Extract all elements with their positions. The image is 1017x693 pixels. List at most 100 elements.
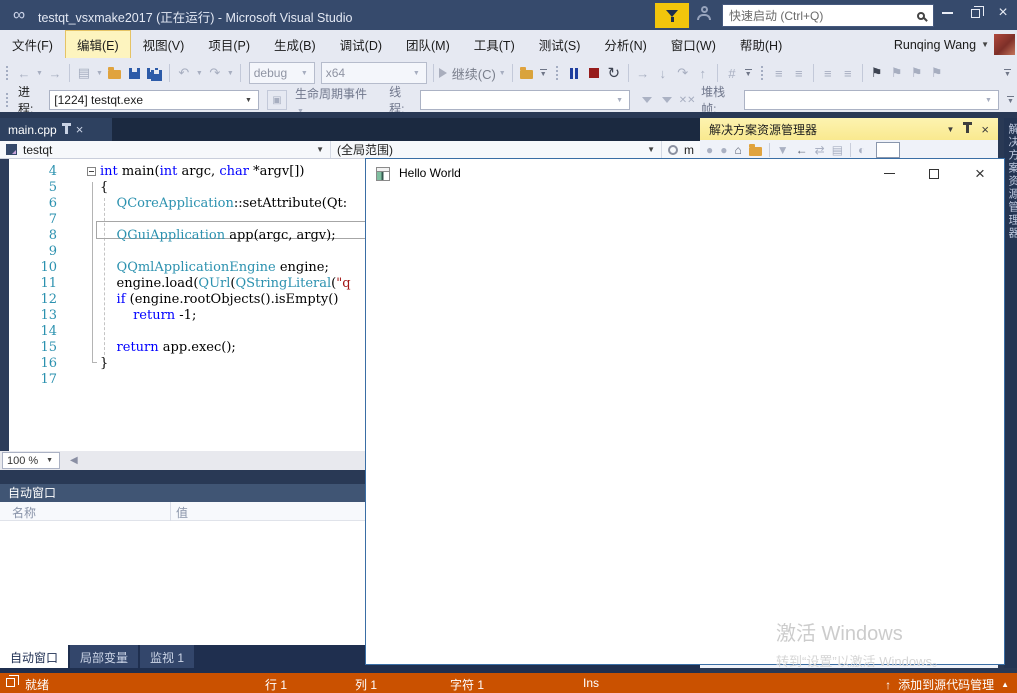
- chevron-down-icon[interactable]: ▼: [499, 70, 506, 77]
- menu-help[interactable]: 帮助(H): [728, 30, 794, 59]
- zoom-dropdown[interactable]: 100 % ▼: [2, 452, 60, 469]
- column-name[interactable]: 名称: [12, 504, 36, 521]
- quick-launch-search[interactable]: [722, 4, 934, 27]
- member-dropdown[interactable]: m: [662, 141, 700, 158]
- menu-debug[interactable]: 调试(D): [328, 30, 394, 59]
- line-number[interactable]: 15: [9, 340, 57, 356]
- share-feedback-button[interactable]: [697, 6, 717, 24]
- line-number[interactable]: 9: [9, 244, 57, 260]
- close-button[interactable]: ×: [964, 159, 996, 188]
- pin-icon[interactable]: [61, 122, 71, 134]
- save-all-icon[interactable]: [146, 62, 164, 84]
- code-line[interactable]: 5{: [9, 180, 351, 196]
- switch-views-icon[interactable]: [748, 144, 762, 156]
- intellitrace-icon[interactable]: #: [723, 62, 741, 84]
- code-line[interactable]: 7: [9, 212, 351, 228]
- user-account[interactable]: Runqing Wang ▼: [894, 34, 1015, 55]
- pin-icon[interactable]: [963, 122, 973, 133]
- filter-threads-icon[interactable]: [638, 89, 656, 111]
- lifecycle-events-button[interactable]: 生命周期事件 ▼: [295, 85, 381, 116]
- code-line[interactable]: 17: [9, 372, 351, 388]
- code-line[interactable]: 12 if (engine.rootObjects().isEmpty(): [9, 292, 351, 308]
- tab-watch-1[interactable]: 监视 1: [140, 645, 195, 668]
- add-to-source-control-button[interactable]: ↑ 添加到源代码管理 ▲: [885, 676, 1009, 693]
- line-number[interactable]: 7: [9, 212, 57, 228]
- collapse-all-icon[interactable]: ▤: [832, 143, 843, 157]
- project-dropdown[interactable]: testqt ▼: [0, 141, 331, 158]
- redo-icon[interactable]: ↷: [206, 62, 224, 84]
- show-next-statement-icon[interactable]: →: [634, 62, 652, 84]
- solution-config-dropdown[interactable]: debug ▼: [248, 62, 315, 84]
- step-over-icon[interactable]: ↷: [674, 62, 692, 84]
- step-into-process-icon[interactable]: ▣: [266, 90, 287, 110]
- next-bookmark-icon[interactable]: ⚑: [908, 62, 926, 84]
- solution-explorer-side-tab[interactable]: 解决方案资源管理器: [1004, 118, 1017, 668]
- scope-dropdown[interactable]: (全局范围) ▼: [331, 141, 662, 158]
- step-into-icon[interactable]: ↓: [654, 62, 672, 84]
- code-line[interactable]: 9: [9, 244, 351, 260]
- suspend-threads-icon[interactable]: ✕✕: [678, 89, 696, 111]
- new-file-icon[interactable]: ▤: [75, 62, 93, 84]
- toolbar-overflow-icon[interactable]: ▼: [1004, 69, 1011, 78]
- menu-analyze[interactable]: 分析(N): [592, 30, 658, 59]
- scroll-left-icon[interactable]: ◀: [70, 455, 78, 466]
- thread-dropdown[interactable]: ▼: [420, 90, 631, 110]
- home-icon[interactable]: ⌂: [735, 143, 742, 157]
- line-number[interactable]: 12: [9, 292, 57, 308]
- preview-selected-toggle[interactable]: [876, 142, 901, 158]
- chevron-down-icon[interactable]: ▼: [196, 70, 203, 77]
- line-number[interactable]: 14: [9, 324, 57, 340]
- background-tasks-icon[interactable]: [6, 675, 19, 687]
- toolbar-overflow-icon[interactable]: ▼: [744, 69, 752, 78]
- toolbar-overflow-icon[interactable]: ▼: [539, 69, 547, 78]
- window-position-icon[interactable]: ▼: [946, 125, 954, 134]
- toolbar-drag-handle[interactable]: [5, 65, 9, 81]
- close-icon[interactable]: ×: [981, 122, 989, 137]
- menu-file[interactable]: 文件(F): [0, 30, 65, 59]
- column-value[interactable]: 值: [176, 504, 188, 521]
- decrease-indent-icon[interactable]: ≡: [770, 62, 788, 84]
- chevron-down-icon[interactable]: ▼: [96, 70, 103, 77]
- toolbar-drag-handle[interactable]: [554, 65, 559, 81]
- code-line[interactable]: 14: [9, 324, 351, 340]
- hello-world-window[interactable]: Hello World × 激活 Windows 转到“设置”以激活 Windo…: [365, 158, 1005, 669]
- fold-collapse-icon[interactable]: [87, 167, 96, 176]
- line-number[interactable]: 6: [9, 196, 57, 212]
- close-button[interactable]: ×: [990, 0, 1016, 26]
- code-line[interactable]: 15 return app.exec();: [9, 340, 351, 356]
- line-number[interactable]: 5: [9, 180, 57, 196]
- navigate-forward-icon[interactable]: →: [46, 62, 64, 84]
- continue-button[interactable]: 继续(C): [438, 62, 496, 84]
- line-number[interactable]: 10: [9, 260, 57, 276]
- code-line[interactable]: 13 return -1;: [9, 308, 351, 324]
- properties-icon[interactable]: ◐: [858, 143, 865, 157]
- chevron-down-icon[interactable]: ▼: [227, 70, 234, 77]
- toolbar-drag-handle[interactable]: [5, 92, 9, 108]
- toolbar-drag-handle[interactable]: [759, 65, 764, 81]
- line-number[interactable]: 11: [9, 276, 57, 292]
- break-all-icon[interactable]: [565, 62, 583, 84]
- search-input[interactable]: [723, 8, 917, 23]
- menu-build[interactable]: 生成(B): [262, 30, 328, 59]
- process-dropdown[interactable]: [1224] testqt.exe ▼: [49, 90, 259, 110]
- code-line[interactable]: 11 engine.load(QUrl(QStringLiteral("q: [9, 276, 350, 292]
- minimize-button[interactable]: [873, 159, 905, 188]
- tab-main-cpp[interactable]: main.cpp ×: [0, 118, 112, 141]
- increase-indent-icon[interactable]: ≡: [790, 62, 808, 84]
- line-number[interactable]: 13: [9, 308, 57, 324]
- stack-frame-dropdown[interactable]: ▼: [744, 90, 999, 110]
- restore-button[interactable]: [962, 0, 988, 26]
- forward-icon[interactable]: ●: [720, 143, 727, 157]
- maximize-button[interactable]: [918, 159, 950, 188]
- comment-icon[interactable]: ≡: [819, 62, 837, 84]
- menu-window[interactable]: 窗口(W): [659, 30, 728, 59]
- navigate-back-icon[interactable]: ←: [15, 62, 33, 84]
- menu-tools[interactable]: 工具(T): [462, 30, 527, 59]
- back-icon[interactable]: ●: [706, 143, 713, 157]
- pending-changes-filter-icon[interactable]: ▼: [777, 143, 789, 157]
- menu-team[interactable]: 团队(M): [394, 30, 462, 59]
- uncomment-icon[interactable]: ≡: [839, 62, 857, 84]
- save-icon[interactable]: [126, 62, 144, 84]
- code-area[interactable]: 4 int main(int argc, char *argv[]) 5{6 QCo…: [9, 164, 351, 388]
- step-out-icon[interactable]: ↑: [694, 62, 712, 84]
